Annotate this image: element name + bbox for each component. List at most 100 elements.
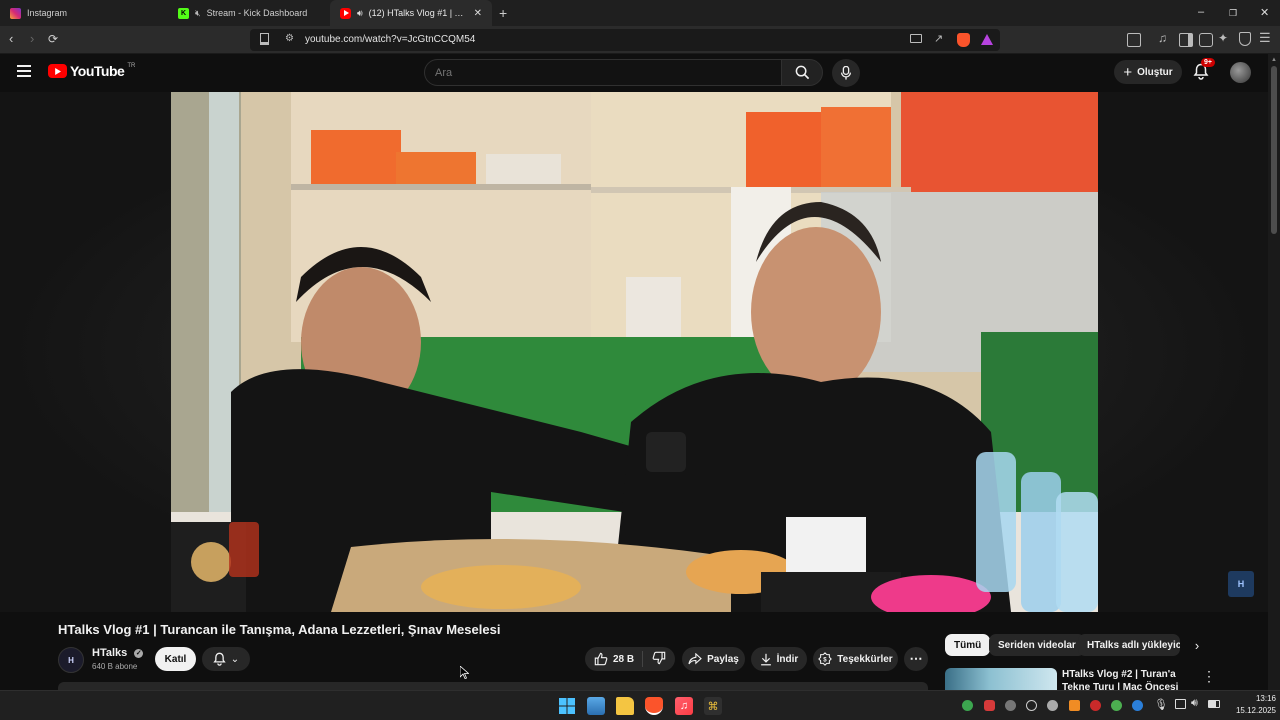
chip-from-uploader[interactable]: HTalks adlı yükleyiciden [1078, 634, 1180, 656]
avatar[interactable] [1230, 62, 1251, 83]
search-input[interactable] [425, 60, 781, 85]
search-icon [795, 65, 809, 80]
thumbs-down-icon [652, 651, 666, 664]
wallet-icon[interactable] [1199, 33, 1213, 47]
vpn-icon[interactable] [1239, 32, 1251, 46]
create-label: Oluştur [1137, 66, 1173, 78]
subscription-bell-button[interactable]: ⌄ [202, 647, 250, 671]
notification-badge: 9+ [1201, 58, 1215, 67]
join-button[interactable]: Katıl [155, 647, 196, 671]
more-actions-button[interactable]: ⋯ [904, 647, 928, 671]
download-icon [760, 653, 771, 665]
clock-time[interactable]: 13:16 [1236, 694, 1276, 703]
music-app-icon[interactable]: ♫ [675, 697, 693, 715]
recommendation-menu-icon[interactable]: ⋮ [1202, 668, 1216, 685]
recommendation-thumbnail[interactable] [945, 668, 1057, 690]
sidebar-icon[interactable] [1179, 33, 1193, 47]
create-button[interactable]: + Oluştur [1114, 60, 1182, 84]
back-icon[interactable]: ‹ [9, 31, 13, 47]
close-tab-icon[interactable]: ✕ [474, 8, 482, 19]
download-label: İndir [776, 653, 799, 665]
tray-app-icon[interactable] [1005, 700, 1016, 711]
reload-icon[interactable]: ⟳ [48, 31, 58, 47]
tray-app-icon[interactable] [1026, 700, 1037, 711]
recommendation-title[interactable]: HTalks Vlog #2 | Turan'a Tekne Turu | Ma… [1062, 668, 1197, 690]
chevron-down-icon: ⌄ [230, 653, 240, 665]
reading-mode-icon[interactable] [1127, 33, 1141, 47]
clock-date[interactable]: 15.12.2025 [1228, 706, 1276, 715]
scroll-up-arrow-icon[interactable]: ▲ [1271, 57, 1277, 63]
muted-speaker-icon[interactable]: 🔇︎ [195, 8, 201, 19]
video-title: HTalks Vlog #1 | Turancan ile Tanışma, A… [58, 622, 501, 637]
channel-watermark[interactable]: H [1228, 571, 1254, 597]
tray-app-icon[interactable] [1047, 700, 1058, 711]
chevron-right-icon: › [1194, 637, 1200, 653]
channel-name[interactable]: HTalks [92, 647, 127, 659]
battery-icon[interactable] [1208, 700, 1220, 708]
forward-icon[interactable]: › [30, 31, 34, 47]
start-windows-icon[interactable] [558, 697, 576, 715]
like-count: 28 B [612, 653, 635, 665]
search-button[interactable] [781, 59, 823, 86]
microphone-tray-icon[interactable]: 🎙︎ [1154, 698, 1168, 711]
brave-shields-icon[interactable] [957, 33, 970, 47]
share-icon [688, 653, 702, 665]
brave-rewards-icon[interactable] [981, 34, 993, 45]
channel-avatar[interactable]: H [58, 647, 84, 673]
chips-next-button[interactable]: › [1188, 636, 1206, 654]
like-dislike-group: 28 B [585, 647, 675, 671]
leo-ai-icon[interactable]: ✦ [1218, 31, 1228, 45]
scroll-thumb[interactable] [1271, 66, 1277, 234]
address-bar[interactable]: ⚙ youtube.com/watch?v=JcGtnCCQM54 ↗ [250, 29, 1000, 51]
hamburger-menu-icon[interactable] [17, 65, 31, 77]
like-button[interactable]: 28 B [594, 651, 644, 667]
restore-button[interactable]: ❐ [1229, 8, 1237, 19]
close-window-button[interactable]: ✕ [1260, 6, 1269, 19]
microphone-icon [840, 66, 852, 80]
dislike-button[interactable] [648, 651, 666, 668]
cast-icon[interactable] [910, 34, 922, 43]
tab-instagram[interactable]: Instagram [0, 0, 168, 26]
app-icon[interactable]: ⌘ [704, 697, 722, 715]
browser-tab-strip: Instagram K 🔇︎ Stream - Kick Dashboard 🔊… [0, 0, 1280, 26]
chip-series-videos[interactable]: Seriden videolar [989, 634, 1085, 656]
menu-icon[interactable]: ☰ [1259, 30, 1271, 46]
network-icon[interactable] [1175, 699, 1186, 709]
site-settings-icon[interactable]: ⚙ [285, 33, 294, 44]
file-explorer-icon[interactable] [616, 697, 634, 715]
share-page-icon[interactable]: ↗ [934, 32, 943, 45]
tray-app-icon[interactable] [1132, 700, 1143, 711]
video-player[interactable] [171, 92, 1098, 612]
thanks-button[interactable]: $ Teşekkürler [813, 647, 898, 671]
svg-text:$: $ [824, 657, 828, 664]
tray-app-icon[interactable] [984, 700, 995, 711]
youtube-logo[interactable]: YouTube TR [48, 63, 135, 79]
subscriber-count: 640 B abone [92, 662, 138, 671]
tab-label: Instagram [27, 8, 68, 18]
download-button[interactable]: İndir [751, 647, 807, 671]
volume-icon[interactable]: 🔊︎ [1191, 697, 1198, 710]
url-text[interactable]: youtube.com/watch?v=JcGtnCCQM54 [305, 34, 475, 45]
chip-all[interactable]: Tümü [945, 634, 991, 656]
description-box[interactable] [58, 682, 928, 690]
tray-app-icon[interactable] [1090, 700, 1101, 711]
audio-playing-icon[interactable]: 🔊︎ [357, 8, 363, 19]
channel-name-row[interactable]: HTalks ✓ [92, 647, 144, 659]
tab-youtube-video[interactable]: 🔊︎ (12) HTalks Vlog #1 | Turancan ✕ [330, 0, 492, 26]
tray-app-icon[interactable] [1069, 700, 1080, 711]
page-scrollbar[interactable]: ▲ [1268, 54, 1280, 690]
super-thanks-icon: $ [818, 652, 833, 666]
mouse-cursor-icon [460, 666, 469, 679]
widgets-icon[interactable] [587, 697, 605, 715]
share-button[interactable]: Paylaş [682, 647, 745, 671]
media-controls-icon[interactable]: ♫ [1158, 31, 1167, 45]
logo-text: YouTube [70, 63, 125, 79]
brave-browser-icon[interactable] [645, 697, 663, 715]
tray-app-icon[interactable] [962, 700, 973, 711]
tray-app-icon[interactable] [1111, 700, 1122, 711]
minimize-button[interactable]: – [1198, 6, 1204, 18]
voice-search-button[interactable] [832, 59, 860, 87]
bookmark-icon[interactable] [260, 33, 269, 45]
tab-kick-dashboard[interactable]: K 🔇︎ Stream - Kick Dashboard [168, 0, 330, 26]
new-tab-button[interactable]: + [499, 5, 507, 21]
